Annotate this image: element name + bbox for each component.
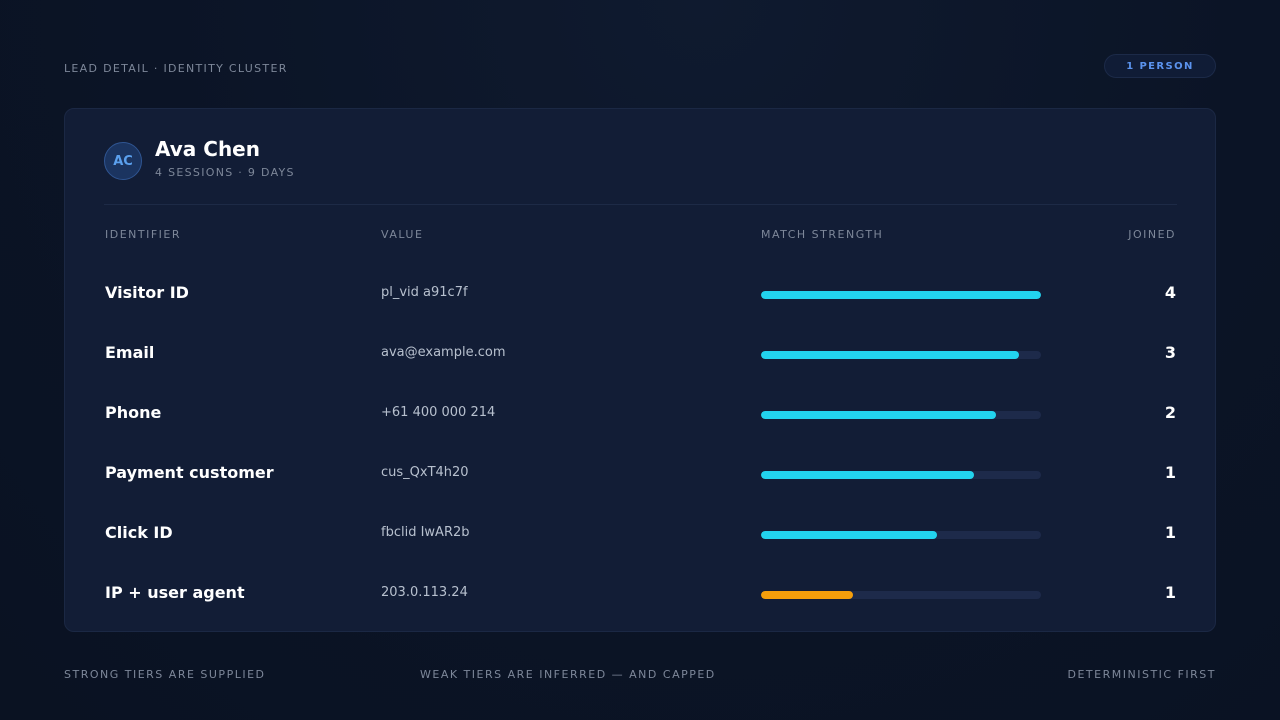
joined-count: 1 [1164,463,1176,482]
joined-count: 4 [1164,283,1176,302]
identifier-label: Email [105,343,155,362]
joined-count: 1 [1164,523,1176,542]
match-strength-fill [761,351,1019,359]
match-strength-bar [761,471,1041,479]
lead-detail-page: LEAD DETAIL · IDENTITY CLUSTER 1 PERSON … [0,0,1280,720]
identifier-label: Click ID [105,523,173,542]
match-strength-bar [761,411,1041,419]
breadcrumb: LEAD DETAIL · IDENTITY CLUSTER [64,62,288,75]
identifier-table-body: Visitor ID pl_vid a91c7f 4 Email ava@exa… [65,263,1215,623]
identifier-value: ava@example.com [381,345,506,360]
match-strength-bar [761,351,1041,359]
person-meta: 4 SESSIONS · 9 DAYS [155,166,295,179]
identifier-value: fbclid IwAR2b [381,525,470,540]
identifier-value: pl_vid a91c7f [381,285,468,300]
footer-note-weak: WEAK TIERS ARE INFERRED — AND CAPPED [420,668,716,681]
identity-cluster-card: AC Ava Chen 4 SESSIONS · 9 DAYS IDENTIFI… [64,108,1216,632]
column-header-joined: JOINED [1128,228,1176,241]
table-row[interactable]: Visitor ID pl_vid a91c7f 4 [65,263,1215,323]
column-header-value: VALUE [381,228,424,241]
identifier-value: 203.0.113.24 [381,585,468,600]
table-row[interactable]: Email ava@example.com 3 [65,323,1215,383]
identifier-value: +61 400 000 214 [381,405,496,420]
identifier-label: IP + user agent [105,583,245,602]
identifier-value: cus_QxT4h20 [381,465,469,480]
column-header-match-strength: MATCH STRENGTH [761,228,884,241]
joined-count: 1 [1164,583,1176,602]
avatar: AC [104,142,142,180]
match-strength-bar [761,531,1041,539]
person-name: Ava Chen [155,137,260,161]
table-row[interactable]: Phone +61 400 000 214 2 [65,383,1215,443]
match-strength-bar [761,291,1041,299]
match-strength-fill [761,531,938,539]
joined-count: 3 [1164,343,1176,362]
identifier-label: Visitor ID [105,283,189,302]
match-strength-bar [761,591,1041,599]
footer-note-deterministic: DETERMINISTIC FIRST [1067,668,1216,681]
match-strength-fill [761,471,974,479]
person-count-badge: 1 PERSON [1104,54,1216,78]
joined-count: 2 [1164,403,1176,422]
table-row[interactable]: IP + user agent 203.0.113.24 1 [65,563,1215,623]
identifier-label: Phone [105,403,162,422]
column-header-identifier: IDENTIFIER [105,228,182,241]
match-strength-fill [761,411,997,419]
divider [104,204,1177,205]
match-strength-fill [761,291,1041,299]
identifier-label: Payment customer [105,463,274,482]
table-row[interactable]: Payment customer cus_QxT4h20 1 [65,443,1215,503]
table-row[interactable]: Click ID fbclid IwAR2b 1 [65,503,1215,563]
footer-note-strong: STRONG TIERS ARE SUPPLIED [64,668,266,681]
match-strength-fill [761,591,854,599]
